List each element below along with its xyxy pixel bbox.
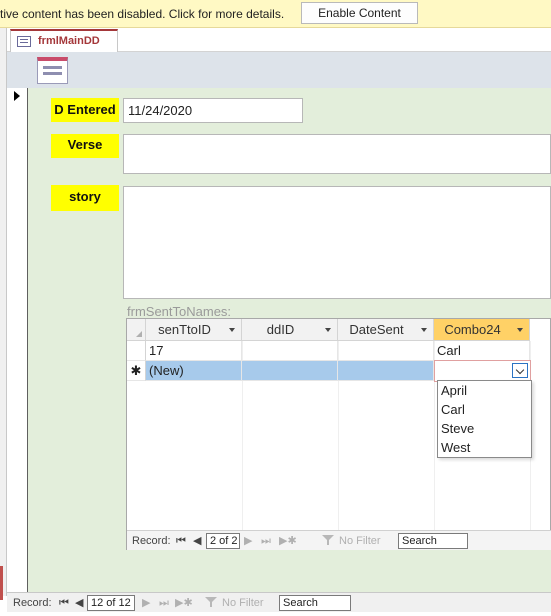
cell-datesent[interactable]	[338, 341, 434, 361]
previous-record-icon[interactable]: ◀	[75, 593, 83, 613]
select-all-corner[interactable]	[127, 319, 146, 341]
record-position-field[interactable]: 2 of 2	[206, 533, 240, 549]
column-header-datesent[interactable]: DateSent	[338, 319, 434, 341]
form-icon	[17, 36, 31, 47]
new-record-icon[interactable]: ▶✱	[279, 531, 297, 551]
next-record-icon[interactable]: ▶	[244, 531, 252, 551]
new-record-icon[interactable]: ▶✱	[175, 593, 193, 613]
cell-datesent-new[interactable]	[338, 361, 434, 381]
navigation-pane-edge[interactable]	[0, 28, 7, 600]
no-filter-icon	[322, 535, 334, 546]
cell-ddid[interactable]	[242, 341, 338, 361]
next-record-icon[interactable]: ▶	[142, 593, 150, 613]
subform-datasheet: senTtoID ddID DateSent Combo24 17 Carl ✱…	[126, 318, 551, 550]
date-entered-label: D Entered	[51, 98, 119, 122]
first-record-icon[interactable]: ⏮	[176, 531, 186, 551]
row-selector[interactable]	[127, 341, 146, 361]
combo24-input[interactable]	[434, 360, 531, 382]
combo24-dropdown-list: April Carl Steve West	[437, 380, 532, 458]
message-bar: tive content has been disabled. Click fo…	[0, 0, 551, 28]
chevron-down-icon[interactable]	[512, 363, 528, 378]
tab-label: frmlMainDD	[38, 35, 100, 47]
form-header-icon	[37, 57, 68, 84]
column-header-senttoid[interactable]: senTtoID	[146, 319, 242, 341]
sort-dropdown-icon[interactable]	[325, 328, 331, 332]
last-record-icon[interactable]: ⏭	[261, 531, 271, 551]
search-input[interactable]: Search	[398, 533, 468, 549]
combo-option[interactable]: West	[438, 438, 531, 457]
enable-content-button[interactable]: Enable Content	[301, 2, 418, 24]
new-record-marker-icon[interactable]: ✱	[127, 361, 146, 381]
sort-dropdown-icon[interactable]	[421, 328, 427, 332]
story-label: story	[51, 185, 119, 211]
record-position-field[interactable]: 12 of 12	[87, 595, 135, 611]
search-input[interactable]: Search	[279, 595, 351, 611]
combo-option[interactable]: April	[438, 381, 531, 400]
main-record-navigation: Record: ⏮ ◀ 12 of 12 ▶ ⏭ ▶✱ No Filter Se…	[7, 592, 551, 612]
sort-dropdown-icon[interactable]	[517, 328, 523, 332]
column-header-combo24[interactable]: Combo24	[434, 319, 530, 341]
combo-option[interactable]: Steve	[438, 419, 531, 438]
tab-frmlmaindd[interactable]: frmlMainDD	[10, 29, 118, 53]
combo-option[interactable]: Carl	[438, 400, 531, 419]
cell-combo24[interactable]: Carl	[434, 341, 530, 361]
story-field[interactable]	[123, 186, 551, 299]
previous-record-icon[interactable]: ◀	[193, 531, 201, 551]
first-record-icon[interactable]: ⏮	[59, 593, 69, 613]
current-record-arrow-icon	[14, 91, 20, 101]
column-header-ddid[interactable]: ddID	[242, 319, 338, 341]
record-label: Record:	[13, 597, 52, 609]
security-warning-text[interactable]: tive content has been disabled. Click fo…	[0, 7, 284, 21]
date-entered-field[interactable]: 11/24/2020	[123, 98, 303, 123]
no-filter-button[interactable]: No Filter	[339, 531, 381, 551]
document-tab-strip: frmlMainDD	[7, 28, 551, 53]
verse-field[interactable]	[123, 134, 551, 174]
record-label: Record:	[132, 535, 171, 547]
last-record-icon[interactable]: ⏭	[159, 593, 169, 613]
no-filter-icon	[205, 597, 217, 608]
cell-ddid-new[interactable]	[242, 361, 338, 381]
record-selector[interactable]	[7, 88, 28, 596]
cell-senttoid-new[interactable]: (New)	[146, 361, 242, 381]
no-filter-button[interactable]: No Filter	[222, 593, 264, 613]
subform-record-navigation: Record: ⏮ ◀ 2 of 2 ▶ ⏭ ▶✱ No Filter Sear…	[127, 530, 551, 550]
sort-dropdown-icon[interactable]	[229, 328, 235, 332]
verse-label: Verse	[51, 134, 119, 158]
subform-caption: frmSentToNames:	[127, 304, 232, 319]
form-header	[7, 52, 551, 88]
nav-edge-marker	[0, 566, 3, 600]
cell-senttoid[interactable]: 17	[146, 341, 242, 361]
